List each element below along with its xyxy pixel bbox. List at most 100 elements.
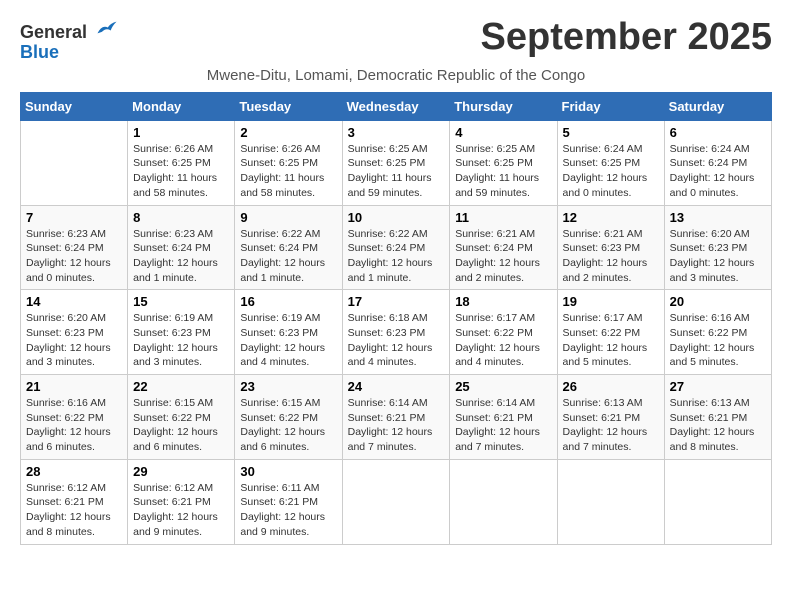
day-number: 5 [563,125,659,140]
logo-general-text: General [20,22,87,42]
day-info: Sunrise: 6:22 AM Sunset: 6:24 PM Dayligh… [240,227,336,286]
day-info: Sunrise: 6:12 AM Sunset: 6:21 PM Dayligh… [133,481,229,540]
day-info: Sunrise: 6:12 AM Sunset: 6:21 PM Dayligh… [26,481,122,540]
day-info: Sunrise: 6:20 AM Sunset: 6:23 PM Dayligh… [26,311,122,370]
calendar-cell: 15Sunrise: 6:19 AM Sunset: 6:23 PM Dayli… [128,290,235,375]
day-info: Sunrise: 6:21 AM Sunset: 6:24 PM Dayligh… [455,227,551,286]
calendar-week-row: 1Sunrise: 6:26 AM Sunset: 6:25 PM Daylig… [21,120,772,205]
calendar-cell: 12 Sunrise: 6:21 AM Sunset: 6:23 PM Dayli… [557,205,664,290]
logo: General Blue [20,20,118,63]
day-info: Sunrise: 6:13 AM Sunset: 6:21 PM Dayligh… [670,396,766,455]
calendar-cell: 5 Sunrise: 6:24 AM Sunset: 6:25 PM Daylig… [557,120,664,205]
day-info: Sunrise: 6:19 AM Sunset: 6:23 PM Dayligh… [240,311,336,370]
day-number: 21 [26,379,122,394]
calendar-cell: 16Sunrise: 6:19 AM Sunset: 6:23 PM Dayli… [235,290,342,375]
calendar-cell: 19Sunrise: 6:17 AM Sunset: 6:22 PM Dayli… [557,290,664,375]
day-number: 18 [455,294,551,309]
day-info: Sunrise: 6:18 AM Sunset: 6:23 PM Dayligh… [348,311,445,370]
header: General Blue September 2025 [20,16,772,63]
day-info: Sunrise: 6:13 AM Sunset: 6:21 PM Dayligh… [563,396,659,455]
day-number: 25 [455,379,551,394]
calendar-cell: 17 Sunrise: 6:18 AM Sunset: 6:23 PM Dayli… [342,290,450,375]
day-number: 2 [240,125,336,140]
calendar-cell: 3Sunrise: 6:25 AM Sunset: 6:25 PM Daylig… [342,120,450,205]
calendar-cell: 21Sunrise: 6:16 AM Sunset: 6:22 PM Dayli… [21,375,128,460]
day-info: Sunrise: 6:23 AM Sunset: 6:24 PM Dayligh… [26,227,122,286]
col-header-monday: Monday [128,92,235,120]
day-number: 6 [670,125,766,140]
calendar-header-row: SundayMondayTuesdayWednesdayThursdayFrid… [21,92,772,120]
day-number: 8 [133,210,229,225]
day-info: Sunrise: 6:17 AM Sunset: 6:22 PM Dayligh… [455,311,551,370]
day-number: 23 [240,379,336,394]
month-title: September 2025 [481,16,773,59]
calendar-cell: 8Sunrise: 6:23 AM Sunset: 6:24 PM Daylig… [128,205,235,290]
logo-blue-text: Blue [20,43,59,63]
logo-bird-icon [96,20,118,38]
calendar-cell: 11 Sunrise: 6:21 AM Sunset: 6:24 PM Dayli… [450,205,557,290]
day-info: Sunrise: 6:14 AM Sunset: 6:21 PM Dayligh… [348,396,445,455]
day-info: Sunrise: 6:19 AM Sunset: 6:23 PM Dayligh… [133,311,229,370]
col-header-tuesday: Tuesday [235,92,342,120]
day-info: Sunrise: 6:16 AM Sunset: 6:22 PM Dayligh… [670,311,766,370]
day-number: 4 [455,125,551,140]
day-number: 10 [348,210,445,225]
day-number: 12 [563,210,659,225]
day-number: 30 [240,464,336,479]
calendar-cell: 29 Sunrise: 6:12 AM Sunset: 6:21 PM Dayli… [128,459,235,544]
calendar-cell: 26 Sunrise: 6:13 AM Sunset: 6:21 PM Dayli… [557,375,664,460]
day-number: 11 [455,210,551,225]
day-info: Sunrise: 6:22 AM Sunset: 6:24 PM Dayligh… [348,227,445,286]
day-number: 19 [563,294,659,309]
calendar-cell: 14Sunrise: 6:20 AM Sunset: 6:23 PM Dayli… [21,290,128,375]
day-info: Sunrise: 6:14 AM Sunset: 6:21 PM Dayligh… [455,396,551,455]
calendar-week-row: 21Sunrise: 6:16 AM Sunset: 6:22 PM Dayli… [21,375,772,460]
day-number: 26 [563,379,659,394]
day-info: Sunrise: 6:11 AM Sunset: 6:21 PM Dayligh… [240,481,336,540]
day-info: Sunrise: 6:24 AM Sunset: 6:25 PM Dayligh… [563,142,659,201]
day-number: 29 [133,464,229,479]
day-number: 9 [240,210,336,225]
calendar-cell: 6 Sunrise: 6:24 AM Sunset: 6:24 PM Daylig… [664,120,771,205]
calendar-cell: 25 Sunrise: 6:14 AM Sunset: 6:21 PM Dayli… [450,375,557,460]
col-header-wednesday: Wednesday [342,92,450,120]
calendar-cell: 1Sunrise: 6:26 AM Sunset: 6:25 PM Daylig… [128,120,235,205]
calendar-cell [557,459,664,544]
calendar-cell: 27 Sunrise: 6:13 AM Sunset: 6:21 PM Dayli… [664,375,771,460]
calendar-cell: 22 Sunrise: 6:15 AM Sunset: 6:22 PM Dayli… [128,375,235,460]
day-info: Sunrise: 6:24 AM Sunset: 6:24 PM Dayligh… [670,142,766,201]
calendar-week-row: 7 Sunrise: 6:23 AM Sunset: 6:24 PM Daylig… [21,205,772,290]
day-number: 22 [133,379,229,394]
day-number: 20 [670,294,766,309]
calendar-cell: 18 Sunrise: 6:17 AM Sunset: 6:22 PM Dayli… [450,290,557,375]
calendar-cell [664,459,771,544]
col-header-sunday: Sunday [21,92,128,120]
day-number: 17 [348,294,445,309]
day-info: Sunrise: 6:15 AM Sunset: 6:22 PM Dayligh… [133,396,229,455]
day-number: 28 [26,464,122,479]
col-header-thursday: Thursday [450,92,557,120]
calendar-cell: 28 Sunrise: 6:12 AM Sunset: 6:21 PM Dayli… [21,459,128,544]
day-number: 13 [670,210,766,225]
calendar-subtitle: Mwene-Ditu, Lomami, Democratic Republic … [20,67,772,84]
calendar-cell: 2 Sunrise: 6:26 AM Sunset: 6:25 PM Daylig… [235,120,342,205]
calendar-cell: 13 Sunrise: 6:20 AM Sunset: 6:23 PM Dayli… [664,205,771,290]
calendar-cell: 10 Sunrise: 6:22 AM Sunset: 6:24 PM Dayli… [342,205,450,290]
day-number: 7 [26,210,122,225]
day-info: Sunrise: 6:21 AM Sunset: 6:23 PM Dayligh… [563,227,659,286]
calendar-cell: 30 Sunrise: 6:11 AM Sunset: 6:21 PM Dayli… [235,459,342,544]
day-number: 27 [670,379,766,394]
calendar-cell [21,120,128,205]
calendar-cell [342,459,450,544]
calendar-table: SundayMondayTuesdayWednesdayThursdayFrid… [20,92,772,545]
calendar-week-row: 28 Sunrise: 6:12 AM Sunset: 6:21 PM Dayli… [21,459,772,544]
day-number: 3 [348,125,445,140]
calendar-body: 1Sunrise: 6:26 AM Sunset: 6:25 PM Daylig… [21,120,772,544]
day-info: Sunrise: 6:25 AM Sunset: 6:25 PM Dayligh… [455,142,551,201]
day-info: Sunrise: 6:20 AM Sunset: 6:23 PM Dayligh… [670,227,766,286]
col-header-saturday: Saturday [664,92,771,120]
calendar-cell: 7 Sunrise: 6:23 AM Sunset: 6:24 PM Daylig… [21,205,128,290]
calendar-cell: 24Sunrise: 6:14 AM Sunset: 6:21 PM Dayli… [342,375,450,460]
calendar-cell: 23Sunrise: 6:15 AM Sunset: 6:22 PM Dayli… [235,375,342,460]
day-info: Sunrise: 6:26 AM Sunset: 6:25 PM Dayligh… [240,142,336,201]
